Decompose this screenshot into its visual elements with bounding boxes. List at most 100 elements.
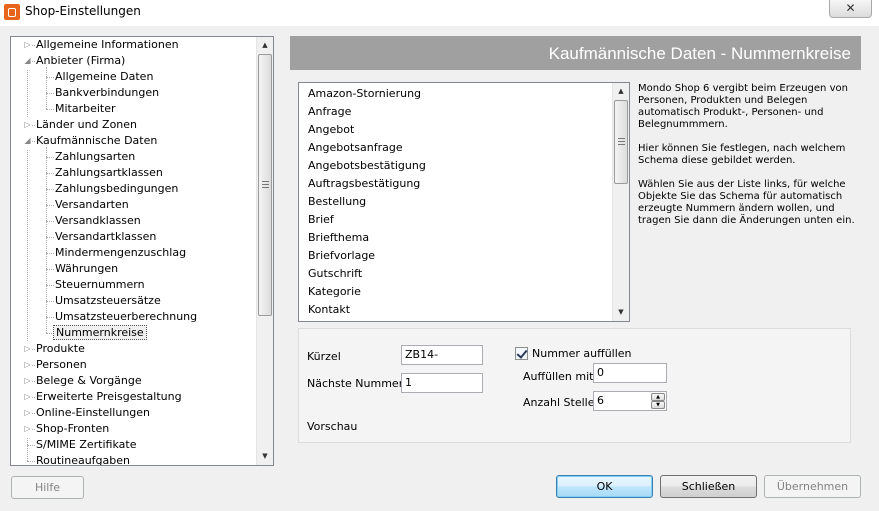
auffuellen-mit-input[interactable]: 0	[593, 363, 667, 383]
section-header: Kaufmännische Daten - Nummernkreise	[290, 36, 861, 70]
collapsed-triangle-icon[interactable]: ▷	[23, 405, 32, 421]
tree-item[interactable]: Allgemeine Informationen	[34, 37, 181, 53]
spin-up-icon[interactable]: ▲	[651, 393, 665, 401]
tree-item-label: Bankverbindungen	[55, 86, 160, 99]
tree-item[interactable]: Zahlungsbedingungen	[53, 181, 180, 197]
spin-down-icon[interactable]: ▼	[651, 401, 665, 409]
tree-item[interactable]: Kaufmännische Daten	[34, 133, 159, 149]
tree-item[interactable]: Versandartklassen	[53, 229, 158, 245]
collapsed-triangle-icon[interactable]: ▷	[23, 117, 32, 133]
naechste-nummer-input[interactable]: 1	[401, 373, 483, 393]
list-item[interactable]: Angebotsanfrage	[308, 139, 403, 157]
list-item[interactable]: Amazon-Stornierung	[308, 85, 421, 103]
tree-item-label: Währungen	[55, 262, 119, 275]
collapsed-triangle-icon[interactable]: ▷	[23, 421, 32, 437]
tree-item[interactable]: Steuernummern	[53, 277, 147, 293]
hilfe-button[interactable]: Hilfe	[11, 476, 84, 499]
description-paragraph-1: Mondo Shop 6 vergibt beim Erzeugen von P…	[638, 83, 848, 130]
tree-item[interactable]: Zahlungsartklassen	[53, 165, 165, 181]
list-item[interactable]: Briefthema	[308, 229, 369, 247]
tree-item-label: Erweiterte Preisgestaltung	[36, 390, 182, 403]
list-item[interactable]: Kontakt	[308, 301, 350, 319]
list-item[interactable]: Kategorie	[308, 283, 361, 301]
list-scroll-thumb[interactable]	[614, 100, 628, 184]
tree-item[interactable]: Personen	[34, 357, 89, 373]
tree-item[interactable]: Zahlungsarten	[53, 149, 137, 165]
tree-item[interactable]: Umsatzsteuerberechnung	[53, 309, 199, 325]
list-scrollbar[interactable]: ▲ ▼	[612, 83, 629, 321]
tree-item-label: Umsatzsteuersätze	[55, 294, 161, 307]
list-item[interactable]: Brief	[308, 211, 334, 229]
object-list[interactable]: Amazon-Stornierung Anfrage Angebot Angebots…	[298, 82, 630, 322]
list-item[interactable]: Gutschrift	[308, 265, 362, 283]
uebernehmen-button[interactable]: Übernehmen	[764, 475, 861, 498]
tree-item[interactable]: Anbieter (Firma)	[34, 53, 127, 69]
close-button[interactable]: ✕	[829, 0, 872, 18]
tree-item[interactable]: Online-Einstellungen	[34, 405, 152, 421]
collapsed-triangle-icon[interactable]: ▷	[23, 357, 32, 373]
tree-item[interactable]: Produkte	[34, 341, 87, 357]
list-item[interactable]: Briefvorlage	[308, 247, 375, 265]
tree-item-label: Kaufmännische Daten	[36, 134, 158, 147]
tree-item[interactable]: Mitarbeiter	[53, 101, 118, 117]
tree-item[interactable]: Mindermengenzuschlag	[53, 245, 188, 261]
tree-item-label: Belege & Vorgänge	[36, 374, 142, 387]
collapsed-triangle-icon[interactable]: ▷	[23, 37, 32, 53]
tree-item[interactable]: S/MIME Zertifikate	[34, 437, 138, 453]
anzahl-stellen-value: 6	[597, 394, 604, 407]
kuerzel-input[interactable]: ZB14-	[401, 345, 483, 365]
tree-item-label: Umsatzsteuerberechnung	[55, 310, 198, 323]
tree-scrollbar[interactable]: ▲ ▼	[256, 37, 273, 465]
scroll-thumb[interactable]	[258, 54, 272, 316]
tree-item[interactable]: Umsatzsteuersätze	[53, 293, 163, 309]
tree-item[interactable]: Routineaufgaben	[34, 453, 132, 465]
expanded-triangle-icon[interactable]: ◢	[23, 53, 32, 69]
tree-item-label: Allgemeine Daten	[55, 70, 154, 83]
list-scroll-up-icon[interactable]: ▲	[613, 83, 629, 100]
expanded-triangle-icon[interactable]: ◢	[23, 133, 32, 149]
list-item[interactable]: Anfrage	[308, 103, 351, 121]
number-schema-panel: Kürzel ZB14- Nächste Nummer 1 Vorschau N…	[298, 328, 851, 443]
kuerzel-label: Kürzel	[307, 350, 341, 363]
tree-item-label: Zahlungsbedingungen	[55, 182, 179, 195]
tree-item-label: Mindermengenzuschlag	[55, 246, 187, 259]
tree-item-label: Steuernummern	[55, 278, 145, 291]
tree-item-label: Anbieter (Firma)	[36, 54, 126, 67]
auffuellen-checkbox-label[interactable]: Nummer auffüllen	[532, 347, 632, 360]
list-item[interactable]: Auftragsbestätigung	[308, 175, 420, 193]
tree-item[interactable]: Belege & Vorgänge	[34, 373, 144, 389]
schliessen-button[interactable]: Schließen	[660, 475, 757, 498]
ok-button[interactable]: OK	[556, 475, 653, 498]
tree-item[interactable]: Erweiterte Preisgestaltung	[34, 389, 184, 405]
description-paragraph-3: Wählen Sie aus der Liste links, für welc…	[638, 179, 855, 226]
tree-item[interactable]: Länder und Zonen	[34, 117, 139, 133]
scroll-down-icon[interactable]: ▼	[257, 448, 273, 465]
tree-item[interactable]: Shop-Fronten	[34, 421, 111, 437]
vorschau-label: Vorschau	[307, 420, 358, 433]
anzahl-stellen-label: Anzahl Stellen	[523, 396, 602, 409]
tree-item-label: Versandartklassen	[55, 230, 157, 243]
scroll-up-icon[interactable]: ▲	[257, 37, 273, 54]
tree-item[interactable]: Bankverbindungen	[53, 85, 161, 101]
tree-item[interactable]: Nummernkreise	[53, 325, 147, 341]
list-item[interactable]: Angebotsbestätigung	[308, 157, 426, 175]
collapsed-triangle-icon[interactable]: ▷	[23, 373, 32, 389]
collapsed-triangle-icon[interactable]: ▷	[23, 341, 32, 357]
tree-item-label: Mitarbeiter	[55, 102, 116, 115]
tree-item[interactable]: Währungen	[53, 261, 120, 277]
list-scroll-down-icon[interactable]: ▼	[613, 304, 629, 321]
spinner-buttons[interactable]: ▲ ▼	[651, 393, 665, 409]
collapsed-triangle-icon[interactable]: ▷	[23, 389, 32, 405]
list-item[interactable]: Angebot	[308, 121, 354, 139]
tree-item-label: S/MIME Zertifikate	[36, 438, 137, 451]
auffuellen-mit-label: Auffüllen mit	[523, 370, 594, 383]
auffuellen-checkbox[interactable]	[515, 347, 528, 360]
settings-tree[interactable]: Allgemeine Informationen ▷ Anbieter (Firma…	[10, 36, 274, 466]
tree-item[interactable]: Versandarten	[53, 197, 131, 213]
tree-item[interactable]: Versandklassen	[53, 213, 143, 229]
tree-item-label: Versandklassen	[55, 214, 141, 227]
description-paragraph-2: Hier können Sie festlegen, nach welchem …	[638, 143, 846, 166]
tree-item[interactable]: Allgemeine Daten	[53, 69, 155, 85]
list-item[interactable]: Bestellung	[308, 193, 366, 211]
anzahl-stellen-spinner[interactable]: 6 ▲ ▼	[593, 391, 667, 411]
